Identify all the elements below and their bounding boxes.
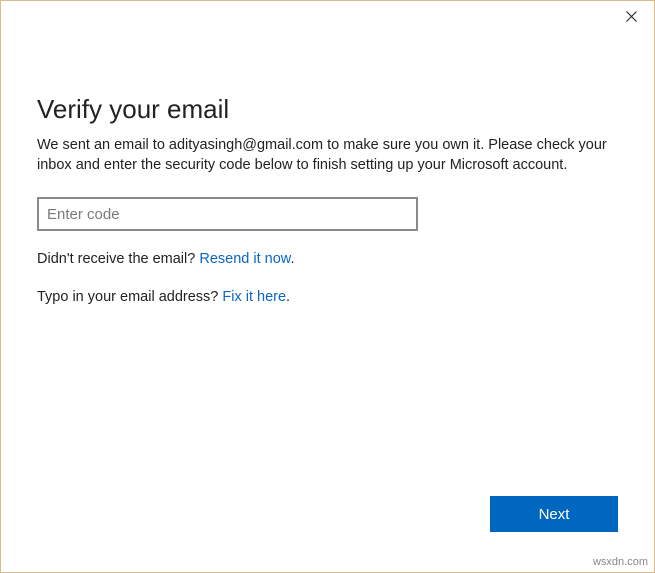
close-button[interactable] xyxy=(609,1,654,31)
resend-link[interactable]: Resend it now xyxy=(199,251,290,267)
description-text: We sent an email to adityasingh@gmail.co… xyxy=(37,135,618,175)
footer: Next xyxy=(490,496,618,532)
typo-prefix: Typo in your email address? xyxy=(37,289,222,305)
typo-line: Typo in your email address? Fix it here. xyxy=(37,289,618,305)
close-icon xyxy=(626,11,637,22)
typo-period: . xyxy=(286,289,290,305)
resend-line: Didn't receive the email? Resend it now. xyxy=(37,251,618,267)
resend-period: . xyxy=(290,251,294,267)
next-button[interactable]: Next xyxy=(490,496,618,532)
titlebar xyxy=(1,1,654,31)
fix-link[interactable]: Fix it here xyxy=(222,289,286,305)
dialog-content: Verify your email We sent an email to ad… xyxy=(1,31,654,305)
resend-prefix: Didn't receive the email? xyxy=(37,251,199,267)
watermark: wsxdn.com xyxy=(593,556,648,568)
code-input[interactable] xyxy=(37,197,418,231)
page-title: Verify your email xyxy=(37,94,618,125)
